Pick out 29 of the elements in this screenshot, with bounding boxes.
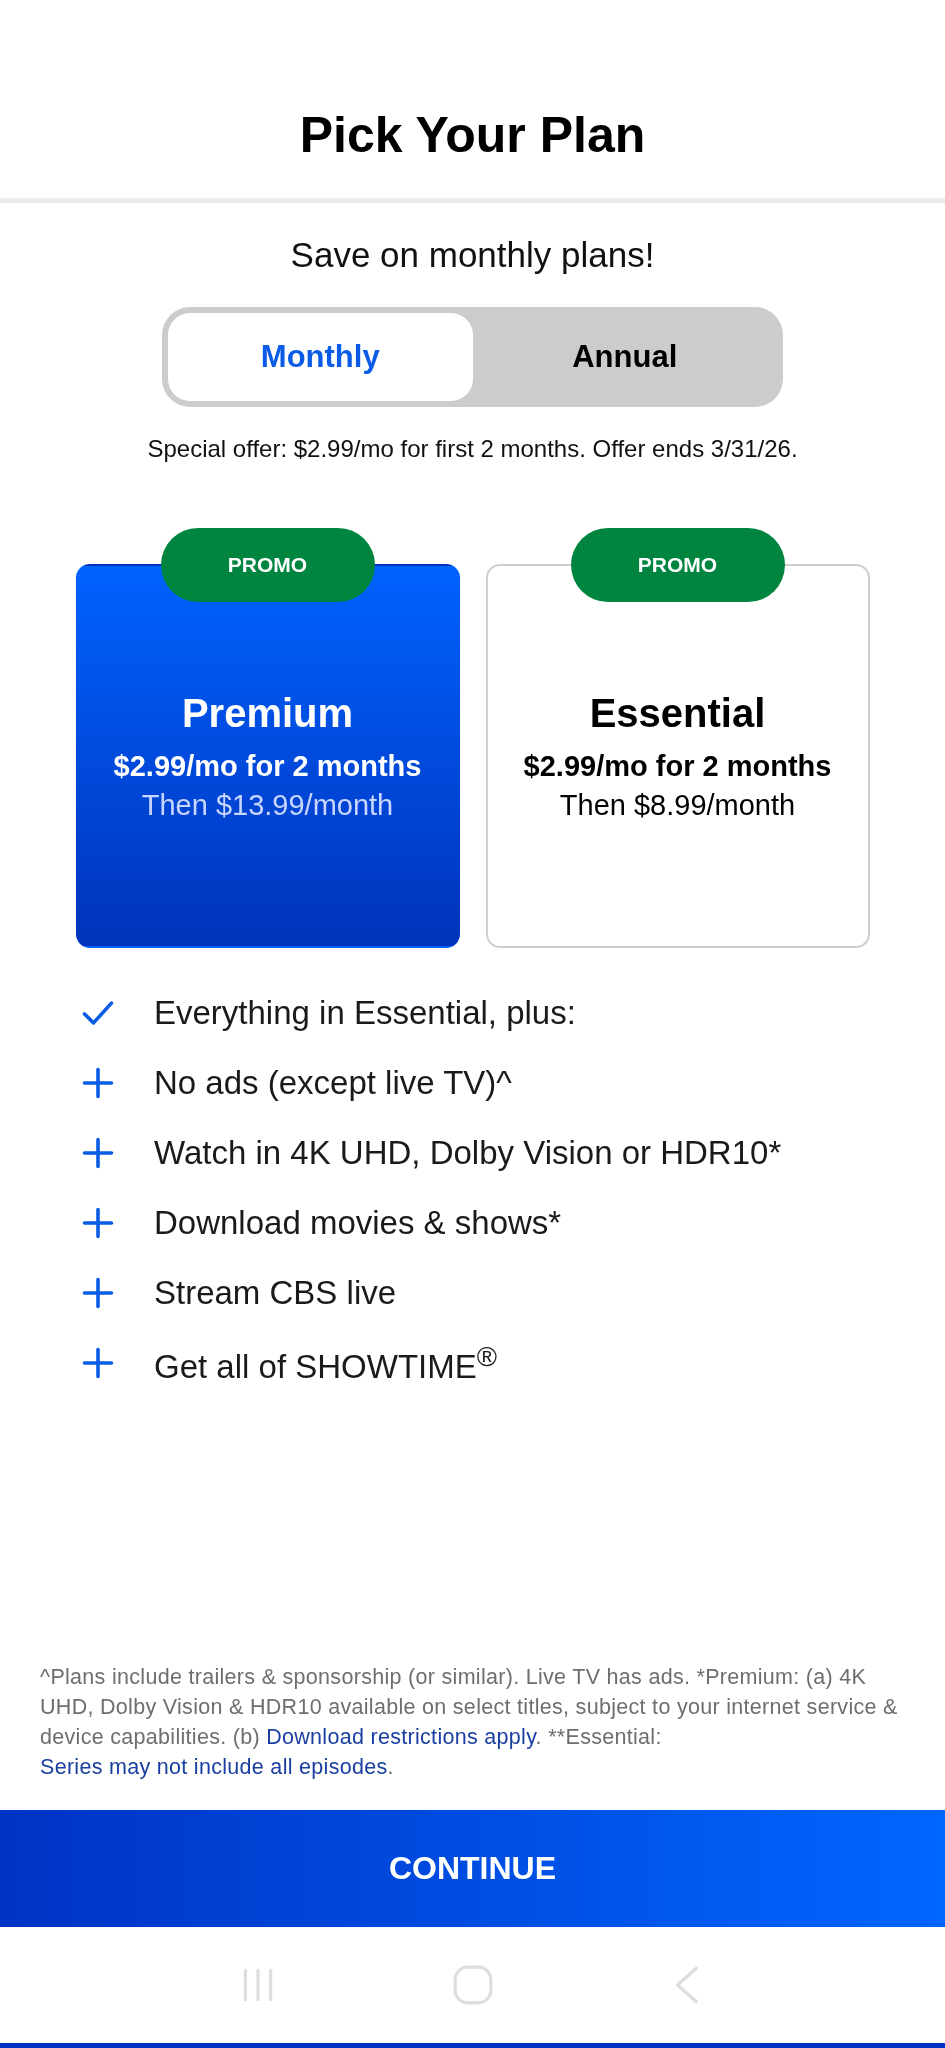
footnote-link[interactable]: Download restrictions apply: [266, 1725, 536, 1749]
feature-text: Stream CBS live: [154, 1274, 397, 1312]
billing-tab[interactable]: Monthly: [168, 313, 473, 401]
offer-text: Special offer: $2.99/mo for first 2 months. Offer ends 3/31/26.: [147, 435, 798, 463]
footnote-text: ^Plans include trailers & sponsorship (or similar). Live TV has ads. *Premium: (a) 4K UHD, Dolby Vision & HDR10 available on select titles, subject to your internet service & device capabilities. (b) Download restrictions apply. **Essential: Series may not include all episodes.: [39, 1664, 899, 1781]
page-title: Pick Your Plan: [299, 106, 646, 164]
plus-icon: [80, 1135, 116, 1171]
feature-text: Download movies & shows*: [154, 1204, 562, 1242]
promo-price: $2.99/mo for 2 months: [113, 749, 422, 783]
plus-icon: [80, 1275, 116, 1311]
feature-text: Watch in 4K UHD, Dolby Vision or HDR10*: [154, 1134, 782, 1172]
promo-badge: PROMO: [570, 528, 785, 602]
plus-icon: [80, 1345, 116, 1381]
promo-badge: PROMO: [160, 528, 375, 602]
home-icon[interactable]: [451, 1964, 494, 2006]
subtitle: Save on monthly plans!: [290, 235, 655, 275]
regular-price: Then $13.99/month: [141, 788, 394, 822]
continue-button[interactable]: CONTINUE: [0, 1810, 945, 1927]
feature-text: Everything in Essential, plus:: [154, 994, 576, 1032]
promo-price: $2.99/mo for 2 months: [523, 749, 832, 783]
feature-text: No ads (except live TV)^: [154, 1064, 512, 1102]
feature-text: Get all of SHOWTIME$^{®}$: [154, 1340, 497, 1386]
billing-tab[interactable]: Annual: [472, 313, 777, 401]
footnote-link[interactable]: Series may not include all episodes: [40, 1755, 388, 1779]
regular-price: Then $8.99/month: [559, 788, 796, 822]
plus-icon: [80, 1065, 116, 1101]
plan-name: Essential: [589, 690, 766, 736]
plus-icon: [80, 1205, 116, 1241]
plan-name: Premium: [181, 690, 354, 736]
